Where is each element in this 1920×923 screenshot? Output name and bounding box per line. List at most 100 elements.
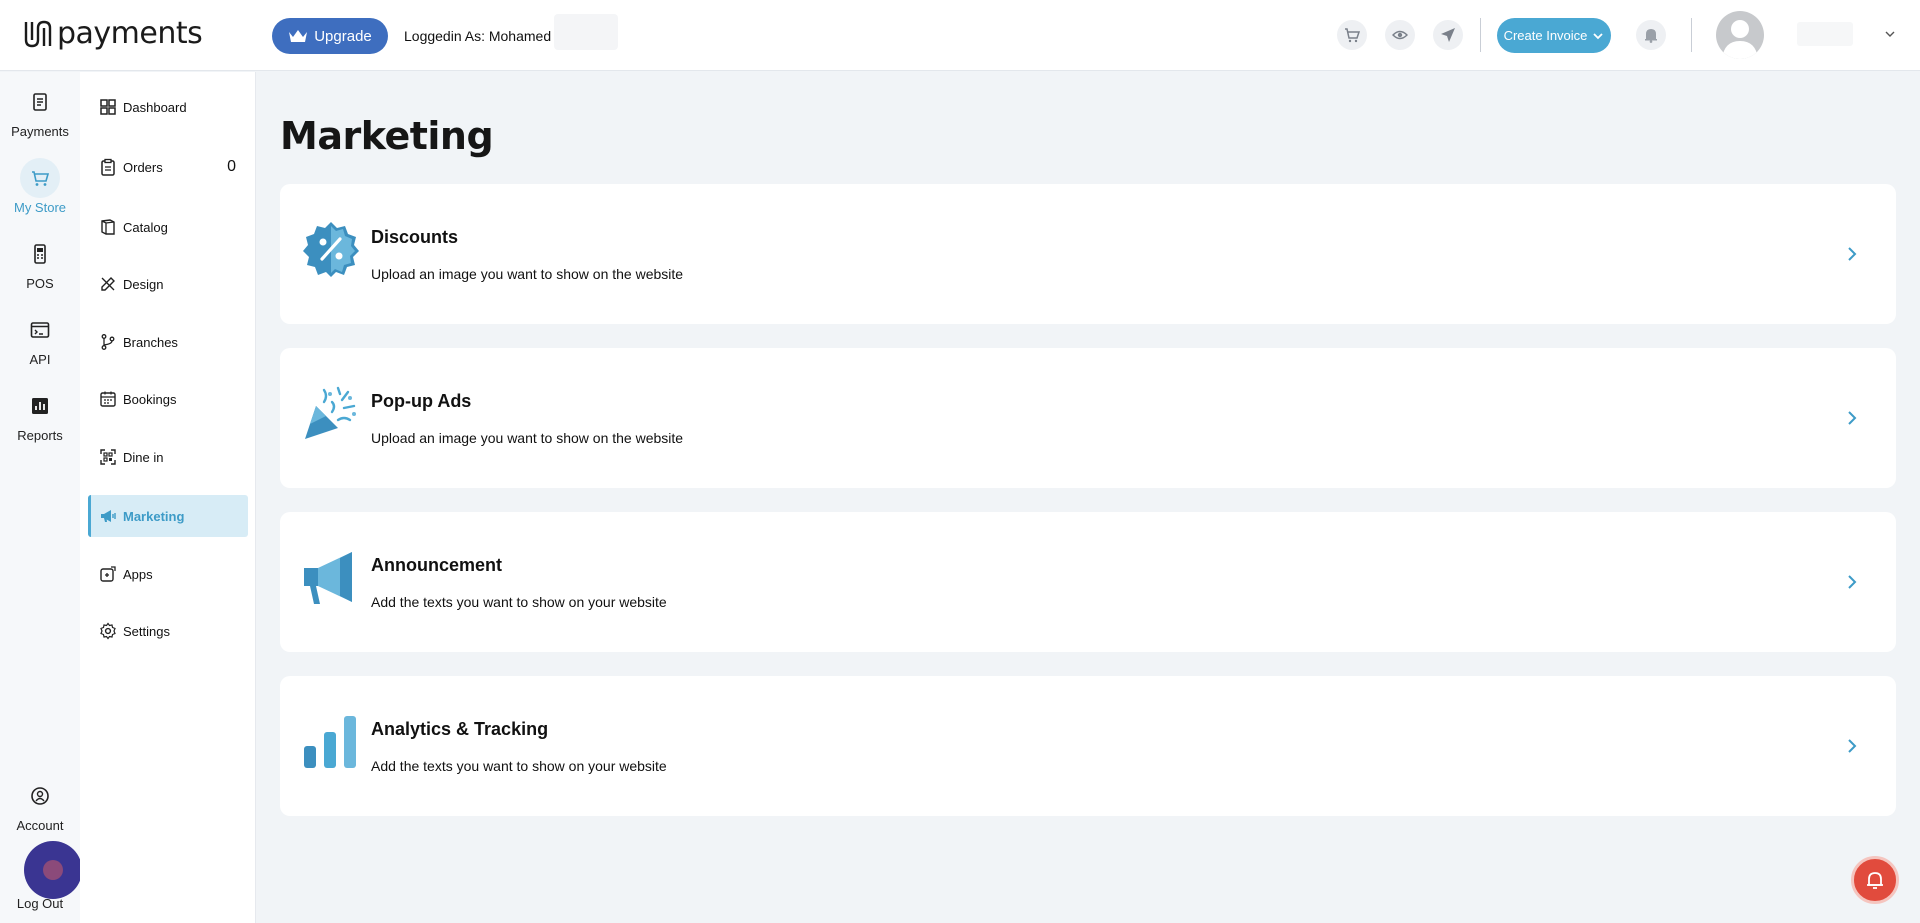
sidebar-item-design[interactable]: Design (88, 263, 248, 305)
orders-count: 0 (227, 158, 236, 175)
card-description: Add the texts you want to show on your w… (371, 758, 667, 774)
rail-label: Account (16, 818, 64, 833)
sidebar-item-dashboard[interactable]: Dashboard (88, 86, 248, 128)
party-popper-icon (305, 386, 356, 439)
card-description: Upload an image you want to show on the … (371, 266, 684, 282)
user-silhouette-icon (1722, 20, 1758, 59)
cart-button[interactable] (1337, 20, 1367, 50)
sidebar-item-label: Dashboard (123, 99, 187, 115)
notification-bell-button[interactable] (1851, 856, 1899, 904)
megaphone-icon (101, 510, 116, 522)
rail-item-reports[interactable]: Reports (0, 386, 80, 443)
logo[interactable]: payments (22, 16, 203, 52)
sidebar-item-dine-in[interactable]: Dine in (88, 436, 248, 478)
top-header: payments Upgrade Loggedin As: Mohamed S … (0, 0, 1920, 71)
discount-badge-icon (303, 222, 359, 277)
preview-button[interactable] (1385, 20, 1415, 50)
bar-chart-icon (32, 398, 48, 414)
create-invoice-button[interactable]: Create Invoice (1497, 18, 1611, 53)
calendar-icon (100, 391, 116, 407)
card-description: Upload an image you want to show on the … (371, 430, 684, 446)
create-invoice-label: Create Invoice (1503, 28, 1588, 43)
card-title: Discounts (371, 227, 459, 247)
chat-icon (43, 860, 63, 880)
pos-terminal-icon (34, 244, 46, 264)
clipboard-icon (101, 158, 115, 176)
logged-in-text: Loggedin As: Mohamed S (404, 28, 556, 44)
rail-label: POS (26, 276, 54, 291)
sidebar-item-bookings[interactable]: Bookings (88, 378, 248, 420)
card-announcement[interactable]: Announcement Add the texts you want to s… (280, 512, 1896, 652)
eye-icon (1392, 30, 1408, 40)
rail-label: API (29, 352, 51, 367)
card-description: Add the texts you want to show on your w… (371, 594, 667, 610)
sidebar-item-apps[interactable]: Apps (88, 553, 248, 595)
sidebar-item-label: Design (123, 276, 164, 292)
card-popup-ads[interactable]: Pop-up Ads Upload an image you want to s… (280, 348, 1896, 488)
upgrade-button[interactable]: Upgrade (272, 18, 388, 54)
receipt-icon (33, 93, 47, 111)
rail-item-api[interactable]: API (0, 310, 80, 367)
chevron-down-icon[interactable] (1884, 28, 1896, 40)
rail-item-logout[interactable]: Log Out (0, 894, 80, 911)
send-icon (1441, 28, 1455, 42)
sidebar-item-label: Dine in (123, 449, 164, 465)
chat-widget-button[interactable] (24, 841, 82, 899)
chevron-right-icon (1848, 247, 1857, 261)
sidebar-item-catalog[interactable]: Catalog (88, 206, 248, 248)
sidebar-item-label: Marketing (123, 508, 185, 524)
rail-label: My Store (13, 200, 66, 215)
page-title: Marketing (280, 114, 494, 158)
card-title: Analytics & Tracking (371, 719, 549, 739)
sidebar-item-label: Catalog (123, 219, 168, 235)
card-title: Pop-up Ads (371, 391, 472, 411)
account-icon (31, 787, 49, 805)
card-discounts[interactable]: Discounts Upload an image you want to sh… (280, 184, 1896, 324)
rail-item-my-store[interactable]: My Store (0, 158, 80, 215)
gear-icon (100, 622, 116, 640)
grid-icon (100, 99, 116, 115)
cart-icon (32, 171, 50, 186)
sidebar-item-orders[interactable]: Orders 0 (88, 146, 248, 188)
sidebar-item-branches[interactable]: Branches (88, 321, 248, 363)
sidebar-item-label: Settings (123, 623, 170, 639)
megaphone-icon (304, 552, 352, 604)
sidebar-item-marketing[interactable]: Marketing (88, 495, 248, 537)
logged-in-redacted (554, 14, 618, 50)
chevron-right-icon (1848, 575, 1857, 589)
bell-icon (1867, 872, 1883, 889)
rail-item-account[interactable]: Account (0, 776, 80, 833)
card-analytics-tracking[interactable]: Analytics & Tracking Add the texts you w… (280, 676, 1896, 816)
chevron-down-icon (1593, 32, 1604, 39)
send-button[interactable] (1433, 20, 1463, 50)
store-sidebar: Dashboard Orders 0 Catalog Design Branch… (80, 72, 256, 923)
upgrade-label: Upgrade (314, 27, 372, 45)
qr-scan-icon (100, 449, 116, 465)
rail-label: Payments (11, 124, 69, 139)
pencil-ruler-icon (101, 277, 115, 291)
terminal-icon (30, 322, 50, 338)
rail-item-pos[interactable]: POS (0, 234, 80, 291)
chevron-right-icon (1848, 411, 1857, 425)
notifications-button[interactable] (1636, 20, 1666, 50)
logo-mark-icon (24, 20, 52, 48)
apps-icon (100, 566, 116, 582)
book-icon (101, 219, 115, 235)
header-divider-2 (1691, 18, 1692, 52)
logo-text: payments (57, 16, 203, 51)
sidebar-item-label: Bookings (123, 391, 177, 407)
cart-icon (1345, 28, 1360, 43)
user-name-redacted (1797, 22, 1853, 46)
chevron-right-icon (1848, 739, 1857, 753)
crown-icon (289, 30, 308, 42)
sidebar-item-label: Apps (123, 566, 153, 582)
header-divider (1480, 18, 1481, 52)
analytics-bars-icon (304, 716, 356, 768)
branch-icon (101, 334, 115, 350)
card-title: Announcement (371, 555, 503, 575)
sidebar-item-settings[interactable]: Settings (88, 610, 248, 652)
rail-label: Reports (17, 428, 63, 443)
avatar[interactable] (1716, 11, 1764, 59)
rail-item-payments[interactable]: Payments (0, 82, 80, 139)
sidebar-item-label: Branches (123, 334, 178, 350)
